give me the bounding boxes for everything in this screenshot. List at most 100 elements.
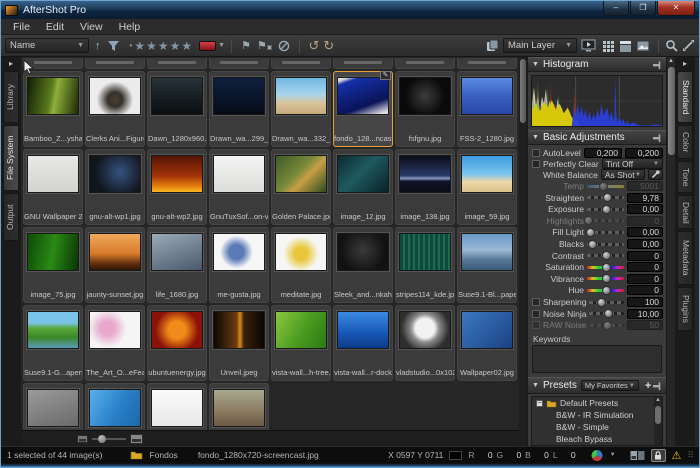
thumbnail-cell[interactable]: Drawn_wa...332_.jpg [271,71,331,147]
tab-file-system[interactable]: File System [3,125,19,191]
preset-item[interactable]: B&W - IR Simulation [532,409,662,421]
copy-settings-icon[interactable] [486,39,499,52]
sharpening-slider[interactable] [589,301,624,304]
temp-slider[interactable] [587,185,624,188]
preset-item[interactable]: B&W - Simple [532,421,662,433]
collapse-folder-icon[interactable]: − [536,400,543,407]
perfectly-clear-checkbox[interactable] [532,160,540,168]
straighten-slider[interactable] [587,196,624,199]
collapse-triangle-icon[interactable]: ▼ [532,382,539,389]
preset-item[interactable]: Bleach Bypass [532,433,662,445]
lock-button[interactable] [651,449,666,462]
tab-output[interactable]: Output [3,193,19,241]
thumbnail-size-slider[interactable] [92,438,126,440]
slider-knob[interactable] [602,251,611,260]
eyedropper-button[interactable] [648,169,663,180]
color-label-swatch[interactable] [199,41,216,51]
tab-metadata[interactable]: Metadata [677,231,693,285]
flag-clear-icon[interactable] [278,40,290,52]
hue-slider[interactable] [587,289,624,292]
thumbnail-cell[interactable] [209,383,269,430]
collapse-right-panel-icon[interactable]: ▸ [683,59,687,68]
thumbnail-cell[interactable]: image_138.jpg [395,149,455,225]
exposure-slider[interactable] [587,208,624,211]
pin-icon[interactable] [652,381,662,391]
warning-icon[interactable]: ⚠ [672,449,682,462]
thumbnail-cell-partial[interactable] [209,58,269,69]
collapse-triangle-icon[interactable]: ▼ [532,134,539,141]
collapse-left-panel-icon[interactable]: ▸ [9,59,13,68]
tab-plugins[interactable]: Plugins [677,287,693,331]
scrollbar-thumb[interactable] [655,406,661,424]
thumbnail-cell[interactable]: Drawn_wa...299_.jpg [209,71,269,147]
scroll-up-icon[interactable]: ▲ [667,57,675,65]
contrast-slider[interactable] [587,254,624,257]
panel-scrollbar[interactable]: ▲ [666,57,675,446]
large-thumbnails-icon[interactable] [130,433,143,445]
autolevel-value-2[interactable]: 0,200 [625,148,663,158]
color-management-icon[interactable] [590,449,604,462]
image-view-icon[interactable] [636,40,650,52]
presets-favorites-dropdown[interactable]: My Favorites▼ [581,380,639,391]
thumbnail-cell[interactable]: FSS-2_1280.jpg [457,71,517,147]
thumbnail-cell[interactable]: gnu-alt-wp1.jpg [85,149,145,225]
tab-detail[interactable]: Detail [677,195,693,229]
thumbnail-cell[interactable]: Clerks Ani...Figure.jpg [85,71,145,147]
raw-noise-slider[interactable] [590,324,624,327]
layer-selector-dropdown[interactable]: Main Layer▼ [503,38,577,53]
thumbnail-cell[interactable]: Golden Palace.jpg [271,149,331,225]
thumbnail-list-view-icon[interactable] [619,40,632,52]
tab-tone[interactable]: Tone [677,161,693,193]
collapse-triangle-icon[interactable]: ▼ [532,61,539,68]
menu-item-help[interactable]: Help [111,21,149,33]
menu-item-edit[interactable]: Edit [38,21,72,33]
hue-value[interactable]: 0 [627,285,663,295]
thumbnail-cell[interactable] [85,383,145,430]
noise-ninja-value[interactable]: 10,00 [627,309,663,319]
thumbnail-cell[interactable]: jaunty-sunset.jpg [85,227,145,303]
slider-knob[interactable] [603,321,612,330]
thumbnail-cell[interactable]: Suse9.1-Bl...papers.jpg [457,227,517,303]
thumbnail-cell-partial[interactable] [457,58,517,69]
small-thumbnails-icon[interactable] [77,434,88,444]
highlights-slider[interactable] [587,219,624,222]
maximize-button[interactable]: ❐ [630,1,656,16]
thumbnail-cell[interactable]: fsfgnu.jpg [395,71,455,147]
thumbnail-cell[interactable]: image_12.jpg [333,149,393,225]
thumbnail-cell[interactable]: vladstudio...0x1024.jpg [395,305,455,381]
dual-view-icon[interactable] [630,450,645,461]
exposure-value[interactable]: 0,00 [627,204,663,214]
thumbnail-cell[interactable]: ubuntuenergy.jpg [147,305,207,381]
chevron-down-icon[interactable]: ▼ [218,42,225,49]
flag-icon[interactable]: ⚑ [241,39,251,52]
thumbnail-cell-partial[interactable] [395,58,455,69]
menu-item-file[interactable]: File [5,21,38,33]
resize-grip[interactable]: ⠿ [687,450,693,461]
thumbnail-cell[interactable]: life_1680.jpg [147,227,207,303]
thumbnail-cell[interactable]: Sleek_and...nkahn.jpg [333,227,393,303]
thumbnail-cell-partial[interactable] [147,58,207,69]
thumbnail-cell[interactable]: me-gusta.jpg [209,227,269,303]
thumbnail-cell[interactable]: Suse9.1-G...apers.jpg [23,305,83,381]
slider-knob[interactable] [603,193,612,202]
saturation-slider[interactable] [587,266,624,269]
zoom-tool-icon[interactable] [665,39,678,52]
preset-folder-row[interactable]: − Default Presets [532,397,662,409]
flag-pick-icon[interactable]: ⚑▣ [257,39,273,52]
slideshow-icon[interactable] [581,39,596,52]
slider-knob[interactable] [597,298,606,307]
multi-thumbnail-view-icon[interactable] [602,40,615,52]
thumbnail-cell-partial[interactable] [271,58,331,69]
slider-knob[interactable] [602,286,611,295]
thumbnail-cell[interactable]: vista-wall...r-dock.jpg [333,305,393,381]
thumbnail-cell[interactable]: fondo_128...ncast.jpg✎ [333,71,393,147]
sharpening-checkbox[interactable] [532,298,540,306]
scroll-up-icon[interactable]: ▲ [654,397,662,403]
thumbnail-cell[interactable]: The_Art_O...eFear.jpg [85,305,145,381]
chevron-down-icon[interactable]: ▼ [610,452,616,458]
close-button[interactable]: ✕ [657,1,695,16]
autolevel-value-1[interactable]: 0,200 [584,148,622,158]
slider-knob[interactable] [602,263,611,272]
sort-field-dropdown[interactable]: Name▼ [5,38,89,53]
current-folder[interactable]: Fondos [149,450,177,460]
